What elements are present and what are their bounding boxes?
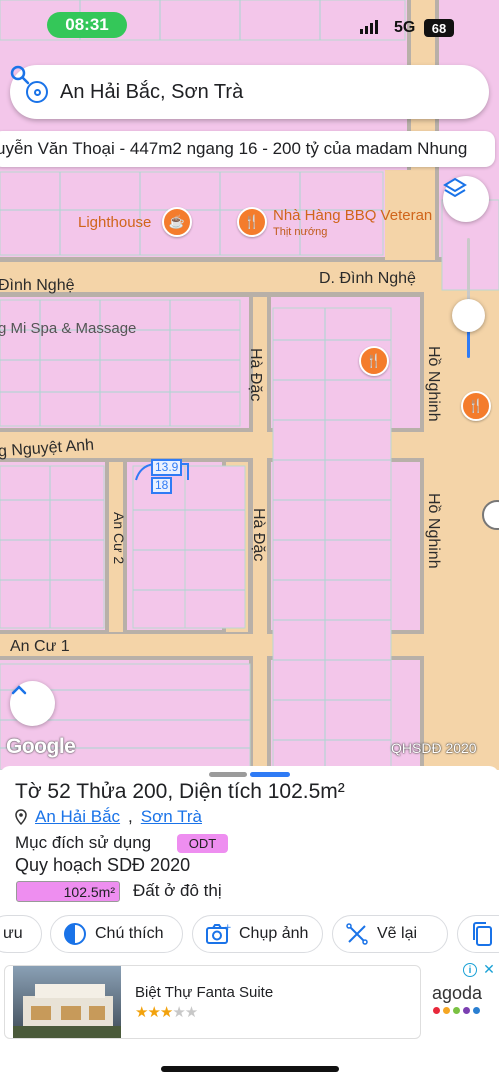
sheet-handle-active[interactable] xyxy=(250,772,290,777)
layers-icon xyxy=(443,177,467,198)
camera-icon: + xyxy=(206,923,231,944)
legend-button[interactable]: Chú thích xyxy=(50,915,183,953)
map-view[interactable]: Đình Nghệ D. Đình Nghệ Hà Đặc Hồ Nghinh … xyxy=(0,0,499,770)
cafe-icon[interactable]: ☕ xyxy=(162,207,192,237)
parcel-title: Tờ 52 Thửa 200, Diện tích 102.5m² xyxy=(15,780,345,803)
opacity-slider-handle[interactable] xyxy=(452,299,485,332)
street-label: D. Đình Nghệ xyxy=(319,270,416,287)
agoda-dots xyxy=(433,1007,480,1014)
poi-label[interactable]: Lighthouse xyxy=(78,214,151,231)
redraw-label: Vẽ lại xyxy=(377,925,418,942)
district-link[interactable]: An Hải Bắc xyxy=(35,807,120,827)
street-label: Đình Nghệ xyxy=(0,277,75,294)
street-label: Hồ Nghinh xyxy=(425,346,442,422)
city-link[interactable]: Sơn Trà xyxy=(141,807,202,827)
save-label: ưu xyxy=(3,925,23,942)
plan-label: Quy hoạch SDĐ 2020 xyxy=(15,855,191,875)
battery-icon: 68 xyxy=(424,19,454,37)
ad-close-icon[interactable]: ✕ xyxy=(482,962,496,976)
screenshot-button[interactable]: + Chụp ảnh xyxy=(192,915,323,953)
street-label: An Cư 1 xyxy=(10,638,70,655)
announcement-banner[interactable]: uyễn Văn Thoại - 447m2 ngang 16 - 200 tỷ… xyxy=(0,131,495,167)
restaurant-icon[interactable]: 🍴 xyxy=(359,346,389,376)
agoda-logo: agoda xyxy=(432,983,483,1003)
legend-icon xyxy=(64,923,86,945)
street-label: Hà Đặc xyxy=(250,508,267,562)
poi-label[interactable]: g Mi Spa & Massage xyxy=(0,320,136,337)
svg-text:+: + xyxy=(224,923,231,933)
street-label: An Cư 2 xyxy=(111,512,127,565)
dimension-label-bottom: 18 xyxy=(151,477,173,494)
redraw-button[interactable]: Vẽ lại xyxy=(332,915,448,953)
redraw-icon xyxy=(346,923,368,945)
search-bar[interactable]: An Hải Bắc, Sơn Trà xyxy=(10,65,489,119)
status-time: 08:31 xyxy=(47,12,127,38)
parcel-address: An Hải Bắc, Sơn Trà xyxy=(15,807,202,827)
ad-info-icon[interactable]: i xyxy=(463,963,477,977)
copy-button[interactable] xyxy=(457,915,499,953)
legend-label: Chú thích xyxy=(95,925,164,942)
google-logo: Google xyxy=(6,735,76,758)
chevron-up-icon xyxy=(11,685,27,695)
area-value: 102.5m² xyxy=(16,881,120,902)
purpose-badge: ODT xyxy=(177,834,228,853)
sheet-handle[interactable] xyxy=(209,772,247,777)
screenshot-label: Chụp ảnh xyxy=(239,925,309,942)
network-label: 5G xyxy=(394,19,416,36)
save-button[interactable]: ưu xyxy=(0,915,42,953)
dimension-label-top: 13.9 xyxy=(151,459,183,476)
ad-card[interactable]: Biệt Thự Fanta Suite ★★★★★ xyxy=(4,965,421,1039)
street-label: Hà Đặc xyxy=(247,348,264,402)
signal-icon xyxy=(360,20,378,34)
expand-button[interactable] xyxy=(10,681,55,726)
layer-label: QHSDĐ 2020 xyxy=(391,740,477,756)
restaurant-icon[interactable]: 🍴 xyxy=(461,391,491,421)
location-pin-icon xyxy=(15,809,27,825)
star-rating: ★★★★★ xyxy=(135,1004,198,1021)
home-indicator[interactable] xyxy=(161,1066,339,1072)
copy-icon xyxy=(473,922,492,946)
ad-title[interactable]: Biệt Thự Fanta Suite xyxy=(135,984,273,1001)
street-label: Hồ Nghinh xyxy=(425,493,442,569)
ad-image xyxy=(13,966,121,1038)
poi-subtitle: Thịt nướng xyxy=(273,226,328,238)
restaurant-icon[interactable]: 🍴 xyxy=(237,207,267,237)
purpose-label: Mục đích sử dụng xyxy=(15,833,152,852)
poi-label[interactable]: Nhà Hàng BBQ Veteran xyxy=(273,207,432,224)
area-description: Đất ở đô thị xyxy=(133,881,222,900)
layers-button[interactable] xyxy=(443,176,489,222)
search-input[interactable]: An Hải Bắc, Sơn Trà xyxy=(60,81,471,104)
